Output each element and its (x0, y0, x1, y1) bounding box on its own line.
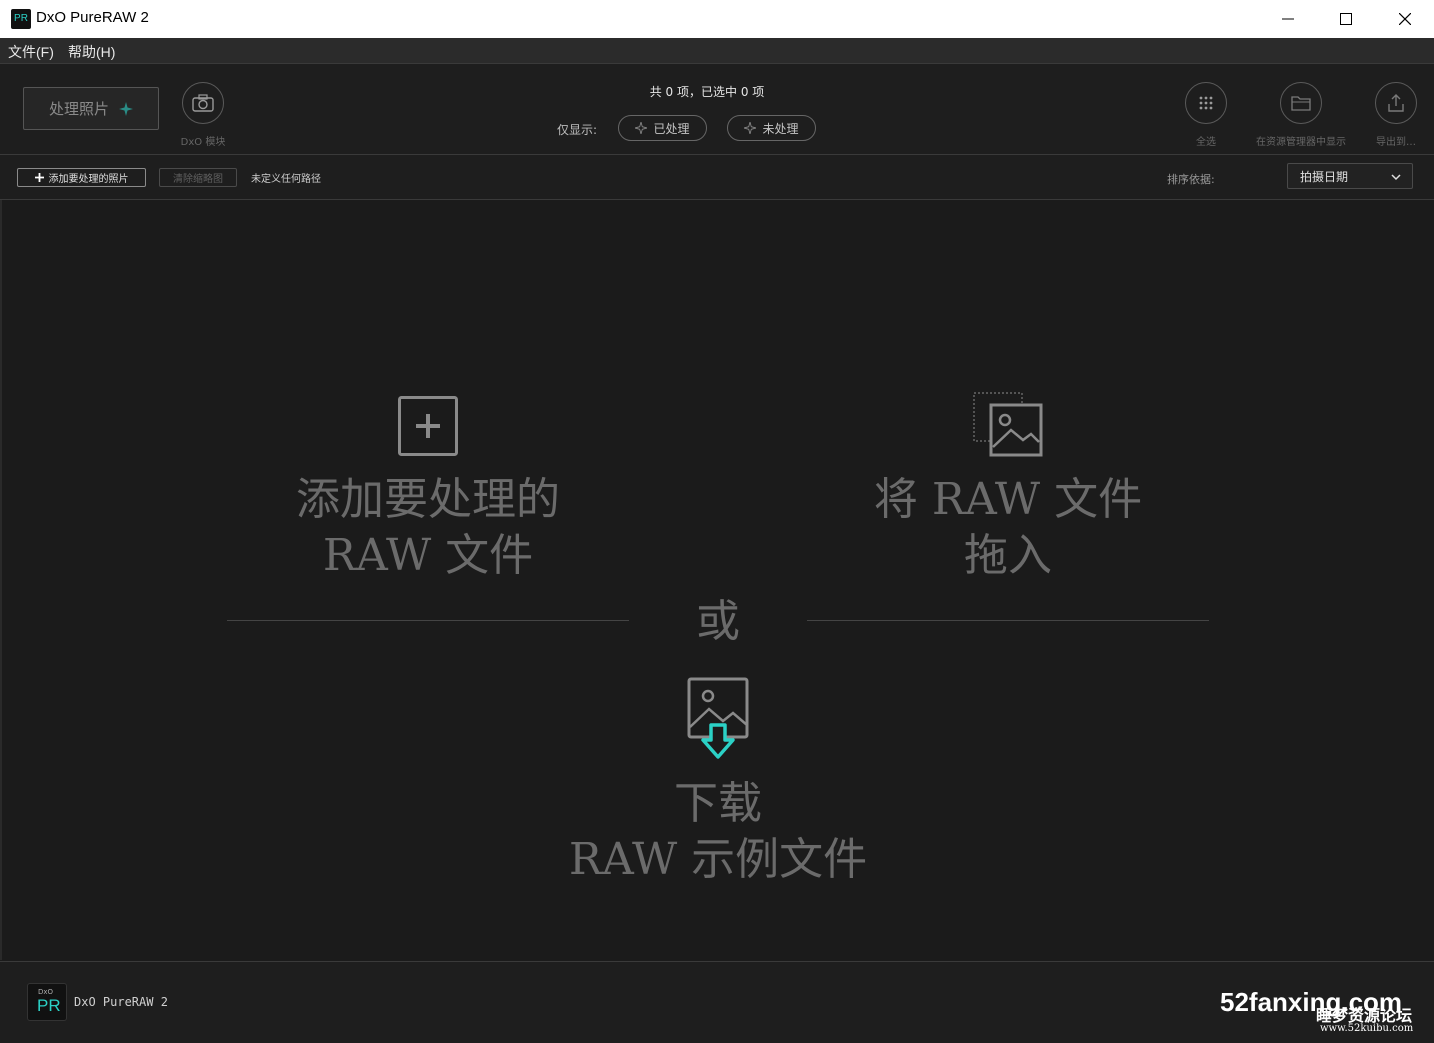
process-photos-label: 处理照片 (48, 100, 109, 118)
menu-help[interactable]: 帮助(H) (68, 42, 115, 62)
menu-bar: 文件(F) 帮助(H) (0, 38, 1434, 64)
close-button[interactable] (1376, 0, 1434, 38)
close-icon (1399, 13, 1411, 25)
drag-raw-text: 将 RAW 文件 拖入 (873, 474, 1143, 581)
dxo-module-label: DxO 模块 (180, 137, 226, 148)
window-title: DxO PureRAW 2 (36, 9, 149, 26)
secondary-toolbar: 添加要处理的照片 清除缩略图 未定义任何路径 排序依据: 拍摄日期 (0, 155, 1434, 200)
download-sample-button[interactable] (687, 677, 751, 763)
download-image-icon (687, 677, 749, 759)
select-all-label: 全选 (1196, 137, 1216, 148)
folder-icon (1291, 96, 1311, 111)
drag-image-icon (973, 392, 1043, 457)
footer: DxO PR DxO PureRAW 2 52fanxing.com 睡梦资源论… (0, 961, 1434, 1043)
or-text: 或 (696, 596, 740, 647)
clear-thumbnails-label: 清除缩略图 (173, 174, 223, 185)
filter-label: 仅显示: (557, 123, 598, 137)
toolbar: 处理照片 DxO 模块 共 0 项，已选中 0 项 仅显示: 已处理 未处理 全… (0, 64, 1434, 155)
add-file-icon (398, 396, 458, 456)
download-sample-text[interactable]: 下载 RAW 示例文件 (518, 776, 918, 888)
add-photos-button[interactable]: 添加要处理的照片 (17, 168, 146, 187)
export-icon (1388, 94, 1404, 112)
filter-processed-button[interactable]: 已处理 (618, 115, 707, 141)
title-bar: PR DxO PureRAW 2 (0, 0, 1434, 38)
add-raw-button[interactable] (398, 396, 458, 456)
filter-unprocessed-label: 未处理 (762, 121, 799, 136)
divider-left (227, 620, 629, 621)
maximize-icon (1340, 13, 1352, 25)
drag-raw-area (973, 392, 1043, 458)
sparkle-icon (744, 122, 757, 134)
sort-dropdown[interactable]: 拍摄日期 (1287, 163, 1413, 189)
sort-label: 排序依据: (1167, 173, 1215, 186)
chevron-down-icon (1391, 174, 1401, 181)
left-edge (0, 200, 2, 960)
sort-value: 拍摄日期 (1300, 169, 1349, 184)
footer-logo-text: PR (37, 996, 61, 1015)
watermark-url: www.52kuibu.com (1320, 1023, 1414, 1034)
maximize-button[interactable] (1317, 0, 1375, 38)
select-all-button[interactable] (1185, 82, 1227, 124)
menu-file[interactable]: 文件(F) (8, 42, 54, 62)
footer-logo-small: DxO (38, 988, 54, 996)
clear-thumbnails-button[interactable]: 清除缩略图 (159, 168, 237, 187)
show-in-explorer-label: 在资源管理器中显示 (1256, 137, 1346, 148)
divider-right (807, 620, 1209, 621)
filter-processed-label: 已处理 (653, 121, 690, 136)
path-status: 未定义任何路径 (251, 174, 321, 185)
export-button[interactable] (1375, 82, 1417, 124)
plus-icon (34, 173, 44, 182)
footer-logo: DxO PR (27, 983, 67, 1021)
minimize-icon (1282, 18, 1294, 20)
grid-icon (1199, 96, 1213, 110)
add-raw-text[interactable]: 添加要处理的 RAW 文件 (228, 472, 628, 584)
show-in-explorer-button[interactable] (1280, 82, 1322, 124)
app-icon: PR (11, 9, 31, 29)
sparkle-icon (119, 101, 133, 116)
add-photos-label: 添加要处理的照片 (48, 174, 129, 185)
export-label: 导出到… (1376, 137, 1416, 148)
sparkle-icon (635, 122, 648, 134)
footer-app-name: DxO PureRAW 2 (74, 995, 168, 1009)
filter-unprocessed-button[interactable]: 未处理 (727, 115, 816, 141)
minimize-button[interactable] (1259, 0, 1317, 38)
drop-area[interactable]: 添加要处理的 RAW 文件 将 RAW 文件 拖入 或 下载 RAW 示例文件 (0, 200, 1434, 960)
